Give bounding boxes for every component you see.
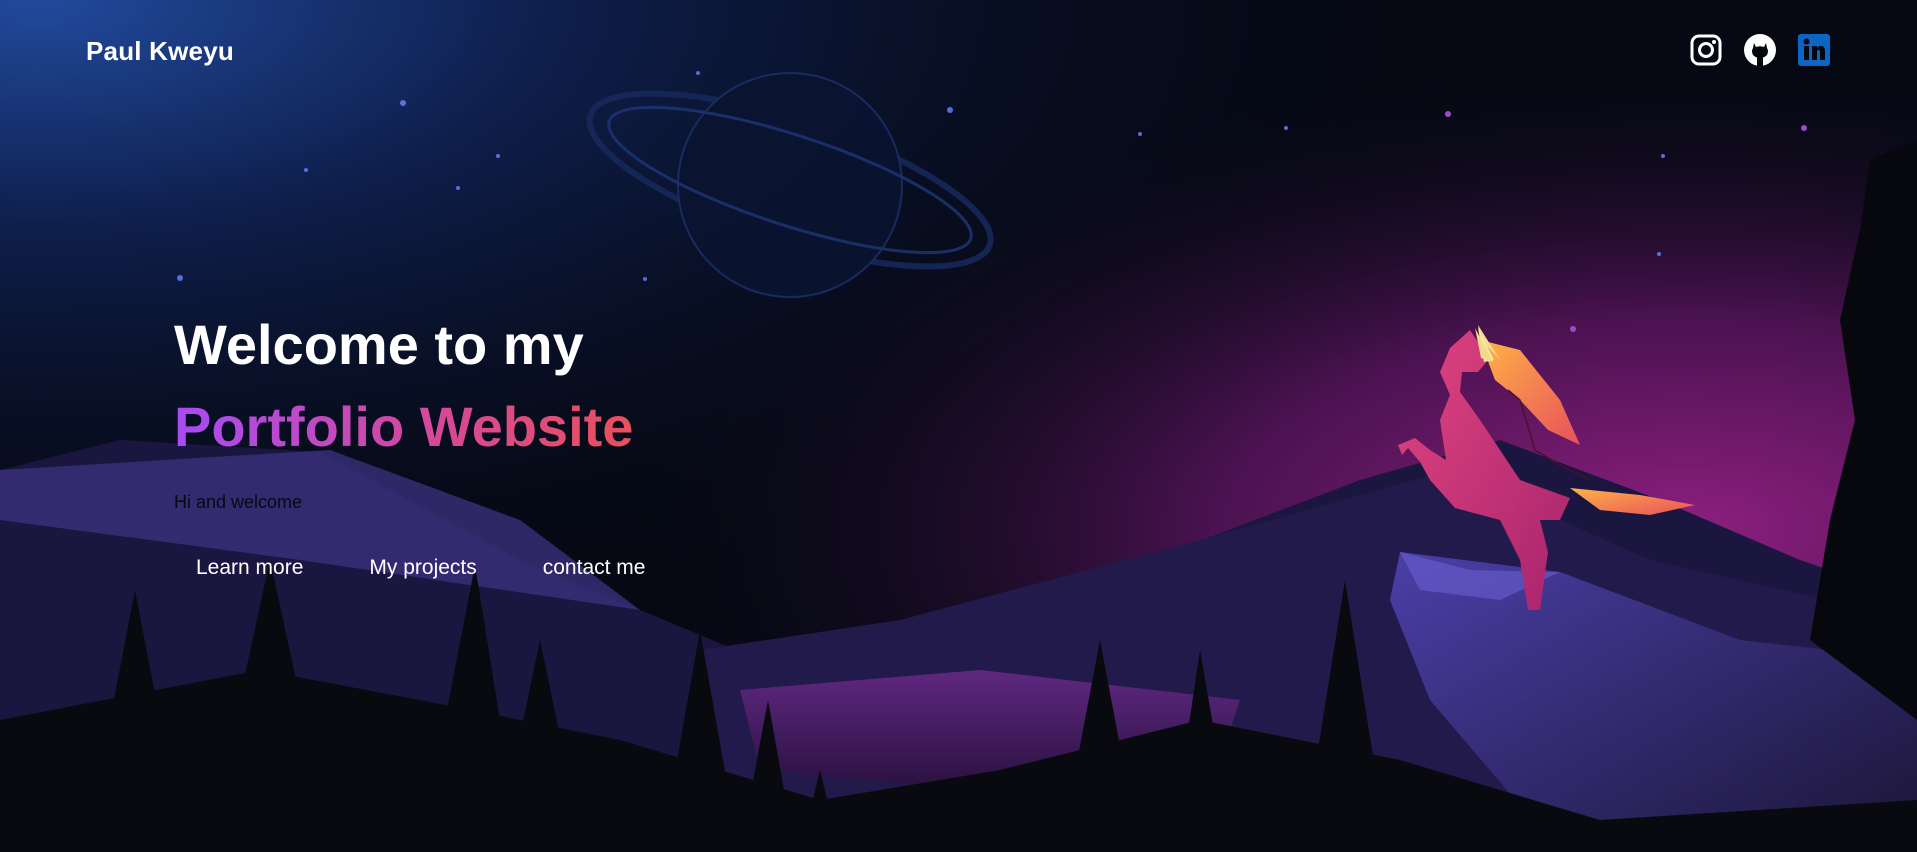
contact-me-button[interactable]: contact me	[543, 556, 646, 580]
learn-more-button[interactable]: Learn more	[196, 556, 303, 580]
hero-section: Welcome to my Portfolio Website	[174, 310, 633, 462]
social-links	[1689, 33, 1831, 67]
my-projects-button[interactable]: My projects	[369, 556, 476, 580]
linkedin-icon[interactable]	[1797, 33, 1831, 67]
hero-title: Welcome to my	[174, 313, 584, 376]
hero-tagline: Hi and welcome	[174, 492, 303, 512]
instagram-icon[interactable]	[1689, 33, 1723, 67]
hero-subtitle: Portfolio Website	[174, 392, 633, 462]
site-brand[interactable]: Paul Kweyu	[86, 36, 234, 67]
github-icon[interactable]	[1743, 33, 1777, 67]
hero-nav: Learn more My projects contact me	[196, 556, 645, 580]
